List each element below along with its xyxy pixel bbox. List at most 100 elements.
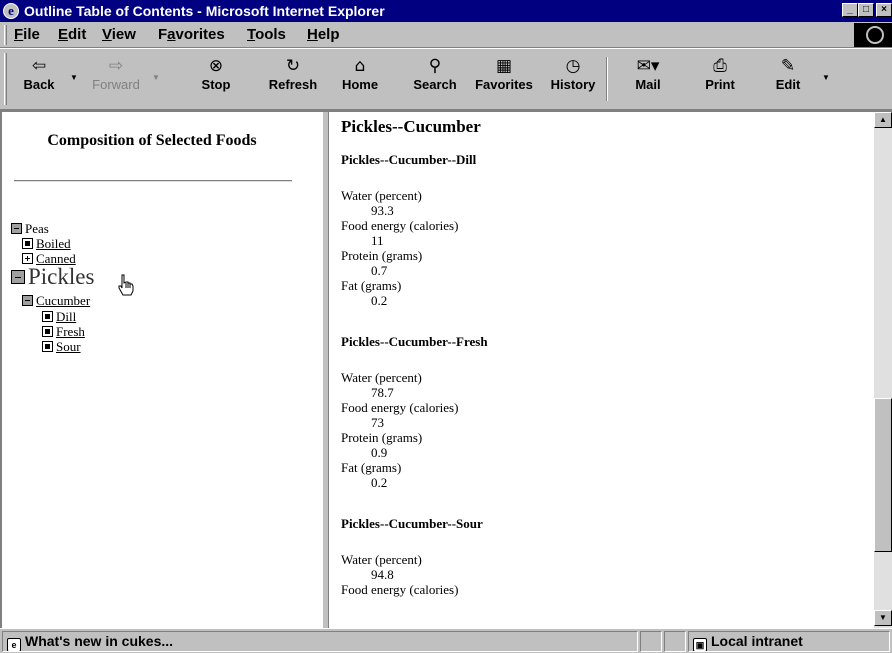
expand-icon[interactable] [22,253,33,264]
nutrient-value: 0.2 [371,475,388,490]
toc-node-cucumber[interactable]: Cucumber [22,293,90,309]
edit-button[interactable]: ✎ Edit [768,55,808,103]
menu-tools[interactable]: Tools [247,26,286,44]
search-button[interactable]: ⚲ Search [408,55,462,103]
nutrient-label: Fat (grams) [341,278,402,293]
menu-view[interactable]: View [102,26,136,44]
toc-node-fresh[interactable]: Fresh [42,324,85,340]
nutrient-value: 94.8 [371,567,394,582]
favorites-button[interactable]: ▦ Favorites [468,55,540,103]
leaf-icon [22,238,33,249]
maximize-button[interactable]: □ [858,3,874,17]
toc-link-dill[interactable]: Dill [56,309,76,324]
menu-edit[interactable]: Edit [58,26,86,44]
scroll-up-button[interactable]: ▲ [874,112,892,128]
toc-node-sour[interactable]: Sour [42,339,81,355]
hand-cursor-icon [118,274,134,296]
menu-help[interactable]: Help [307,26,340,44]
page-heading: Pickles--Cucumber [341,117,481,136]
nutrient-label: Protein (grams) [341,248,423,263]
nutrient-value: 0.2 [371,293,388,308]
stop-button[interactable]: ⊗ Stop [196,55,236,103]
toc-title: Composition of Selected Foods [47,132,257,149]
nutrient-label: Water (percent) [341,188,422,203]
intranet-icon: ▣ [693,638,707,651]
print-button[interactable]: ⎙ Print [700,55,740,103]
edit-dropdown-icon[interactable]: ▼ [822,73,830,82]
nutrient-value: 0.9 [371,445,388,460]
window-title: Outline Table of Contents - Microsoft In… [24,3,385,19]
toc-node-peas[interactable]: Peas [11,221,49,237]
ie-throbber-icon [854,23,892,47]
status-pane-progress [640,631,662,652]
nutrient-value: 11 [371,233,384,248]
home-button[interactable]: ⌂ Home [338,55,382,103]
status-text: What's new in cukes... [25,633,174,649]
edit-icon: ✎ [780,56,796,76]
nutrition-section: Pickles--Cucumber--Sour Water (percent) 94… [341,516,861,597]
toc-node-boiled[interactable]: Boiled [22,236,71,252]
scroll-thumb[interactable] [874,398,892,552]
history-icon: ◷ [565,56,581,76]
scroll-down-button[interactable]: ▼ [874,610,892,626]
window-title-bar[interactable]: e Outline Table of Contents - Microsoft … [0,0,892,22]
minimize-button[interactable]: _ [842,3,858,17]
toc-link-sour[interactable]: Sour [56,339,81,354]
collapse-icon[interactable] [22,295,33,306]
refresh-icon: ↻ [285,56,301,76]
stop-icon: ⊗ [208,56,224,76]
section-heading: Pickles--Cucumber--Sour [341,516,483,531]
nutrition-sections: Pickles--Cucumber--Dill Water (percent) 93… [341,152,861,597]
back-button[interactable]: ⇦ Back [14,55,64,103]
nutrient-label: Food energy (calories) [341,400,459,415]
menu-file[interactable]: File [14,26,40,44]
search-icon: ⚲ [428,56,442,76]
nutrient-value: 78.7 [371,385,394,400]
content-body: Pickles--Cucumber Pickles--Cucumber--Dil… [341,116,861,623]
status-bar: e What's new in cukes... ▣ Local intranet [0,628,892,653]
nutrient-value: 0.7 [371,263,388,278]
nutrient-label: Water (percent) [341,552,422,567]
nutrient-value: 93.3 [371,203,394,218]
forward-button[interactable]: ⇨ Forward [86,55,146,103]
history-button[interactable]: ◷ History [546,55,600,103]
mail-icon: ✉▾ [636,56,660,76]
leaf-icon [42,311,53,322]
toc-frame: Composition of Selected Foods Peas Boile… [2,112,322,628]
close-button[interactable]: × [876,3,892,17]
collapse-icon[interactable] [11,270,25,284]
toc-node-pickles[interactable]: Pickles [11,264,94,290]
menu-favorites[interactable]: Favorites [158,26,225,44]
ie-logo-icon[interactable]: e [3,3,19,19]
nutrient-label: Food energy (calories) [341,582,459,597]
favorites-icon: ▦ [495,56,513,76]
collapse-icon[interactable] [11,223,22,234]
content-frame: Pickles--Cucumber Pickles--Cucumber--Dil… [329,112,874,628]
section-heading: Pickles--Cucumber--Fresh [341,334,488,349]
toc-node-dill[interactable]: Dill [42,309,76,325]
nutrition-section: Pickles--Cucumber--Fresh Water (percent) 7… [341,334,861,490]
leaf-icon [42,341,53,352]
menu-bar: File Edit View Favorites Tools Help [0,22,892,48]
leaf-icon [42,326,53,337]
toc-link-cucumber[interactable]: Cucumber [36,293,90,308]
status-pane-security [664,631,686,652]
frame-divider[interactable] [322,112,329,628]
toc-link-boiled[interactable]: Boiled [36,236,71,251]
toolbar-grip[interactable] [4,53,7,105]
print-icon: ⎙ [713,56,727,76]
toc-link-fresh[interactable]: Fresh [56,324,85,339]
nutrient-label: Protein (grams) [341,430,423,445]
toc-divider [14,180,292,182]
browser-client-area: Composition of Selected Foods Peas Boile… [0,110,892,628]
back-dropdown-icon[interactable]: ▼ [70,73,78,82]
standard-toolbar: ⇦ Back ▼ ⇨ Forward ▼ ⊗ Stop ↻ Refresh ⌂ … [0,48,892,110]
nutrient-value: 73 [371,415,384,430]
menu-bar-grip[interactable] [4,25,7,45]
forward-dropdown-icon[interactable]: ▼ [152,73,160,82]
status-message-pane: e What's new in cukes... [2,631,638,652]
refresh-button[interactable]: ↻ Refresh [264,55,322,103]
nutrient-label: Food energy (calories) [341,218,459,233]
vertical-scrollbar[interactable]: ▲ ▼ [874,112,892,628]
mail-button[interactable]: ✉▾ Mail [628,55,668,103]
